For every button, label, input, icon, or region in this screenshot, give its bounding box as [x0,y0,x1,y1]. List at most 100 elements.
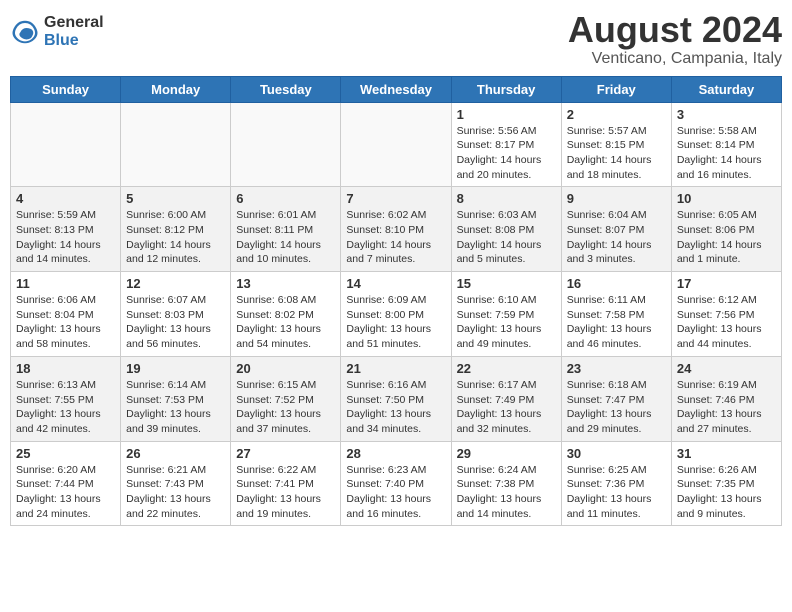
day-info: Sunrise: 5:57 AM Sunset: 8:15 PM Dayligh… [567,124,666,183]
calendar-day-cell: 7 Sunrise: 6:02 AM Sunset: 8:10 PM Daylig… [341,187,451,272]
day-number: 1 [457,107,556,122]
weekday-header: Wednesday [341,76,451,102]
day-number: 30 [567,446,666,461]
day-info: Sunrise: 6:23 AM Sunset: 7:40 PM Dayligh… [346,463,445,522]
logo-text: General Blue [44,14,104,49]
day-info: Sunrise: 6:24 AM Sunset: 7:38 PM Dayligh… [457,463,556,522]
day-number: 15 [457,276,556,291]
calendar-day-cell: 21 Sunrise: 6:16 AM Sunset: 7:50 PM Dayli… [341,356,451,441]
calendar-day-cell: 23 Sunrise: 6:18 AM Sunset: 7:47 PM Dayli… [561,356,671,441]
logo-blue: Blue [44,32,104,50]
day-info: Sunrise: 6:14 AM Sunset: 7:53 PM Dayligh… [126,378,225,437]
day-info: Sunrise: 6:11 AM Sunset: 7:58 PM Dayligh… [567,293,666,352]
day-number: 3 [677,107,776,122]
day-number: 2 [567,107,666,122]
calendar-day-cell: 19 Sunrise: 6:14 AM Sunset: 7:53 PM Dayli… [121,356,231,441]
calendar-week-row: 11Sunrise: 6:06 AM Sunset: 8:04 PM Dayli… [11,272,782,357]
day-info: Sunrise: 6:08 AM Sunset: 8:02 PM Dayligh… [236,293,335,352]
day-number: 28 [346,446,445,461]
day-number: 9 [567,191,666,206]
title-area: August 2024 Venticano, Campania, Italy [568,10,782,68]
day-number: 20 [236,361,335,376]
calendar-week-row: 18 Sunrise: 6:13 AM Sunset: 7:55 PM Dayli… [11,356,782,441]
day-info: Sunrise: 5:58 AM Sunset: 8:14 PM Dayligh… [677,124,776,183]
day-info: Sunrise: 6:16 AM Sunset: 7:50 PM Dayligh… [346,378,445,437]
day-number: 26 [126,446,225,461]
day-number: 24 [677,361,776,376]
calendar-title: August 2024 [568,10,782,50]
logo-general: General [44,14,104,32]
calendar-day-cell: 11Sunrise: 6:06 AM Sunset: 8:04 PM Dayli… [11,272,121,357]
day-info: Sunrise: 6:02 AM Sunset: 8:10 PM Dayligh… [346,208,445,267]
calendar-day-cell: 22 Sunrise: 6:17 AM Sunset: 7:49 PM Dayli… [451,356,561,441]
day-info: Sunrise: 6:13 AM Sunset: 7:55 PM Dayligh… [16,378,115,437]
calendar-day-cell: 8 Sunrise: 6:03 AM Sunset: 8:08 PM Daylig… [451,187,561,272]
day-number: 19 [126,361,225,376]
day-number: 12 [126,276,225,291]
day-number: 11 [16,276,115,291]
weekday-header-row: SundayMondayTuesdayWednesdayThursdayFrid… [11,76,782,102]
day-info: Sunrise: 6:04 AM Sunset: 8:07 PM Dayligh… [567,208,666,267]
page-header: General Blue August 2024 Venticano, Camp… [10,10,782,68]
calendar-day-cell: 15 Sunrise: 6:10 AM Sunset: 7:59 PM Dayli… [451,272,561,357]
day-info: Sunrise: 6:25 AM Sunset: 7:36 PM Dayligh… [567,463,666,522]
day-info: Sunrise: 6:05 AM Sunset: 8:06 PM Dayligh… [677,208,776,267]
day-number: 7 [346,191,445,206]
day-number: 14 [346,276,445,291]
calendar-subtitle: Venticano, Campania, Italy [568,50,782,68]
day-info: Sunrise: 6:22 AM Sunset: 7:41 PM Dayligh… [236,463,335,522]
calendar-day-cell: 3 Sunrise: 5:58 AM Sunset: 8:14 PM Daylig… [671,102,781,187]
day-info: Sunrise: 6:17 AM Sunset: 7:49 PM Dayligh… [457,378,556,437]
day-info: Sunrise: 6:00 AM Sunset: 8:12 PM Dayligh… [126,208,225,267]
day-number: 13 [236,276,335,291]
day-info: Sunrise: 6:20 AM Sunset: 7:44 PM Dayligh… [16,463,115,522]
day-info: Sunrise: 6:18 AM Sunset: 7:47 PM Dayligh… [567,378,666,437]
calendar-day-cell [341,102,451,187]
day-info: Sunrise: 5:56 AM Sunset: 8:17 PM Dayligh… [457,124,556,183]
calendar-day-cell [231,102,341,187]
day-number: 16 [567,276,666,291]
day-info: Sunrise: 6:19 AM Sunset: 7:46 PM Dayligh… [677,378,776,437]
calendar-day-cell: 28 Sunrise: 6:23 AM Sunset: 7:40 PM Dayli… [341,441,451,526]
calendar-day-cell: 18 Sunrise: 6:13 AM Sunset: 7:55 PM Dayli… [11,356,121,441]
calendar-day-cell: 1 Sunrise: 5:56 AM Sunset: 8:17 PM Daylig… [451,102,561,187]
calendar-day-cell: 20 Sunrise: 6:15 AM Sunset: 7:52 PM Dayli… [231,356,341,441]
calendar-day-cell: 24 Sunrise: 6:19 AM Sunset: 7:46 PM Dayli… [671,356,781,441]
day-info: Sunrise: 6:12 AM Sunset: 7:56 PM Dayligh… [677,293,776,352]
calendar-day-cell: 14 Sunrise: 6:09 AM Sunset: 8:00 PM Dayli… [341,272,451,357]
weekday-header: Saturday [671,76,781,102]
calendar-day-cell: 30 Sunrise: 6:25 AM Sunset: 7:36 PM Dayli… [561,441,671,526]
calendar-day-cell: 29Sunrise: 6:24 AM Sunset: 7:38 PM Dayli… [451,441,561,526]
calendar-day-cell: 25 Sunrise: 6:20 AM Sunset: 7:44 PM Dayli… [11,441,121,526]
calendar-day-cell: 31Sunrise: 6:26 AM Sunset: 7:35 PM Dayli… [671,441,781,526]
day-number: 27 [236,446,335,461]
day-number: 10 [677,191,776,206]
calendar-day-cell: 27 Sunrise: 6:22 AM Sunset: 7:41 PM Dayli… [231,441,341,526]
calendar-week-row: 1 Sunrise: 5:56 AM Sunset: 8:17 PM Daylig… [11,102,782,187]
day-number: 8 [457,191,556,206]
calendar-week-row: 4Sunrise: 5:59 AM Sunset: 8:13 PM Daylig… [11,187,782,272]
day-info: Sunrise: 6:03 AM Sunset: 8:08 PM Dayligh… [457,208,556,267]
weekday-header: Sunday [11,76,121,102]
day-number: 6 [236,191,335,206]
calendar-day-cell: 2 Sunrise: 5:57 AM Sunset: 8:15 PM Daylig… [561,102,671,187]
day-info: Sunrise: 6:10 AM Sunset: 7:59 PM Dayligh… [457,293,556,352]
day-number: 25 [16,446,115,461]
calendar-day-cell: 6Sunrise: 6:01 AM Sunset: 8:11 PM Daylig… [231,187,341,272]
day-number: 18 [16,361,115,376]
day-number: 17 [677,276,776,291]
day-info: Sunrise: 6:15 AM Sunset: 7:52 PM Dayligh… [236,378,335,437]
calendar-day-cell: 5Sunrise: 6:00 AM Sunset: 8:12 PM Daylig… [121,187,231,272]
weekday-header: Thursday [451,76,561,102]
day-number: 21 [346,361,445,376]
calendar-day-cell [121,102,231,187]
calendar-day-cell: 9 Sunrise: 6:04 AM Sunset: 8:07 PM Daylig… [561,187,671,272]
day-number: 22 [457,361,556,376]
calendar-day-cell: 16 Sunrise: 6:11 AM Sunset: 7:58 PM Dayli… [561,272,671,357]
day-number: 23 [567,361,666,376]
day-number: 4 [16,191,115,206]
day-info: Sunrise: 6:09 AM Sunset: 8:00 PM Dayligh… [346,293,445,352]
weekday-header: Friday [561,76,671,102]
day-info: Sunrise: 6:21 AM Sunset: 7:43 PM Dayligh… [126,463,225,522]
calendar-day-cell [11,102,121,187]
